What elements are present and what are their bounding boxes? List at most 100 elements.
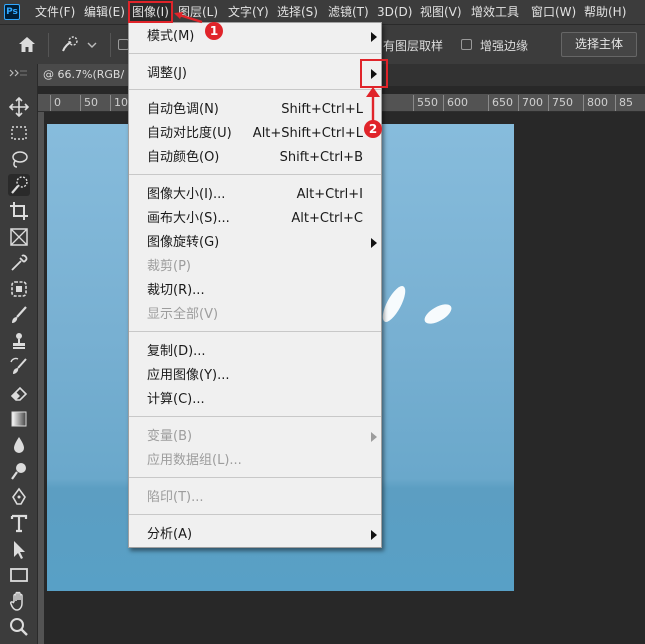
menu-item: 陷印(T)...	[129, 487, 381, 509]
eraser-tool-icon[interactable]	[8, 382, 30, 404]
menu-window[interactable]: 窗口(W)	[531, 0, 576, 24]
menu-3d[interactable]: 3D(D)	[377, 0, 412, 24]
ruler-tick: 0	[50, 95, 61, 111]
menu-item-label: 裁切(R)...	[147, 283, 205, 298]
menu-item: 裁剪(P)	[129, 256, 381, 278]
menu-item[interactable]: 裁切(R)...	[129, 280, 381, 302]
menu-item[interactable]: 模式(M)	[129, 26, 381, 48]
menu-plugins[interactable]: 增效工具	[471, 0, 519, 24]
menu-item-label: 图像大小(I)...	[147, 187, 226, 202]
submenu-arrow-icon[interactable]	[371, 32, 377, 42]
collapse-panel-icon[interactable]	[8, 68, 28, 78]
options-divider	[48, 33, 49, 57]
petal-shape	[421, 300, 455, 328]
menu-item-label: 变量(B)	[147, 429, 193, 444]
zoom-tool-icon[interactable]	[8, 616, 30, 638]
home-icon[interactable]	[18, 36, 36, 53]
menu-item[interactable]: 自动色调(N) Shift+Ctrl+L	[129, 99, 381, 121]
enhance-edge-checkbox[interactable]	[461, 39, 472, 50]
menu-item-label: 分析(A)	[147, 527, 193, 542]
menu-item-label: 应用图像(Y)...	[147, 368, 230, 383]
menu-item[interactable]: 图像旋转(G)	[129, 232, 381, 254]
menu-item[interactable]: 计算(C)...	[129, 389, 381, 411]
menu-item[interactable]: 应用图像(Y)...	[129, 365, 381, 387]
menu-item[interactable]: 复制(D)...	[129, 341, 381, 363]
history-brush-tool-icon[interactable]	[8, 356, 30, 378]
ruler-tick: 650	[488, 95, 513, 111]
step-1-badge: 1	[205, 22, 223, 40]
menu-separator	[129, 53, 381, 54]
blur-tool-icon[interactable]	[8, 434, 30, 456]
menu-select[interactable]: 选择(S)	[277, 0, 318, 24]
menu-item-label: 画布大小(S)...	[147, 211, 230, 226]
menu-item[interactable]: 分析(A)	[129, 524, 381, 546]
enhance-edge-label: 增强边缘	[480, 39, 529, 53]
hand-tool-icon[interactable]	[8, 590, 30, 612]
dodge-tool-icon[interactable]	[8, 460, 30, 482]
menu-item[interactable]: 调整(J)	[129, 63, 381, 85]
healing-brush-tool-icon[interactable]	[8, 278, 30, 300]
menu-edit[interactable]: 编辑(E)	[84, 0, 125, 24]
ruler-tick: 85	[615, 95, 633, 111]
menu-item[interactable]: 画布大小(S)... Alt+Ctrl+C	[129, 208, 381, 230]
menu-help[interactable]: 帮助(H)	[584, 0, 626, 24]
menu-item[interactable]: 自动颜色(O) Shift+Ctrl+B	[129, 147, 381, 169]
menu-item-label: 模式(M)	[147, 29, 195, 44]
submenu-arrow-icon[interactable]	[371, 530, 377, 540]
image-menu-highlight-box	[128, 1, 173, 23]
menu-item[interactable]: 自动对比度(U) Alt+Shift+Ctrl+L	[129, 123, 381, 145]
annotation-arrow-1-icon	[174, 12, 203, 24]
crop-tool-icon[interactable]	[8, 200, 30, 222]
document-tab[interactable]: @ 66.7%(RGB/	[38, 64, 133, 86]
menu-item-label: 自动对比度(U)	[147, 126, 232, 141]
rectangle-tool-icon[interactable]	[8, 564, 30, 586]
menu-item[interactable]: 图像大小(I)... Alt+Ctrl+I	[129, 184, 381, 206]
petal-shape	[378, 283, 410, 325]
menu-item-label: 应用数据组(L)...	[147, 453, 242, 468]
menu-separator	[129, 416, 381, 417]
menu-bar: Ps 文件(F) 编辑(E) 图像(I) 图层(L) 文字(Y) 选择(S) 滤…	[0, 0, 645, 24]
quick-selection-preset-icon[interactable]	[60, 36, 98, 54]
menu-separator	[129, 89, 381, 90]
frame-tool-icon[interactable]	[8, 226, 30, 248]
options-divider	[110, 33, 111, 57]
ruler-tick: 800	[583, 95, 608, 111]
menu-filter[interactable]: 滤镜(T)	[328, 0, 369, 24]
clone-stamp-tool-icon[interactable]	[8, 330, 30, 352]
eyedropper-tool-icon[interactable]	[8, 252, 30, 274]
menu-item-label: 自动色调(N)	[147, 102, 219, 117]
quick-selection-tool-icon[interactable]	[8, 174, 30, 196]
menu-file[interactable]: 文件(F)	[35, 0, 75, 24]
ruler-tick: 550	[413, 95, 438, 111]
type-tool-icon[interactable]	[8, 512, 30, 534]
marquee-tool-icon[interactable]	[8, 122, 30, 144]
menu-item-label: 显示全部(V)	[147, 307, 219, 322]
gradient-tool-icon[interactable]	[8, 408, 30, 430]
select-subject-button[interactable]: 选择主体	[561, 32, 637, 57]
menu-item-shortcut: Shift+Ctrl+L	[281, 102, 363, 117]
ruler-tick: 600	[443, 95, 468, 111]
menu-item-shortcut: Alt+Ctrl+I	[296, 187, 363, 202]
ruler-tick: 700	[518, 95, 543, 111]
menu-item-label: 调整(J)	[147, 66, 187, 81]
submenu-arrow-icon[interactable]	[371, 432, 377, 442]
sample-all-layers-label: 有图层取样	[383, 39, 444, 53]
menu-type[interactable]: 文字(Y)	[228, 0, 269, 24]
pen-tool-icon[interactable]	[8, 486, 30, 508]
menu-item-label: 陷印(T)...	[147, 490, 204, 505]
tools-panel	[0, 64, 38, 644]
menu-item-shortcut: Alt+Ctrl+C	[291, 211, 363, 226]
brush-tool-icon[interactable]	[8, 304, 30, 326]
ruler-tick: 750	[548, 95, 573, 111]
move-tool-icon[interactable]	[8, 96, 30, 118]
menu-item-shortcut: Shift+Ctrl+B	[279, 150, 363, 165]
menu-separator	[129, 514, 381, 515]
menu-item: 应用数据组(L)...	[129, 450, 381, 472]
ruler-tick: 50	[80, 95, 98, 111]
path-selection-tool-icon[interactable]	[8, 538, 30, 560]
photoshop-logo-icon: Ps	[4, 4, 20, 20]
lasso-tool-icon[interactable]	[8, 148, 30, 170]
menu-view[interactable]: 视图(V)	[420, 0, 462, 24]
submenu-arrow-icon[interactable]	[371, 238, 377, 248]
menu-separator	[129, 331, 381, 332]
